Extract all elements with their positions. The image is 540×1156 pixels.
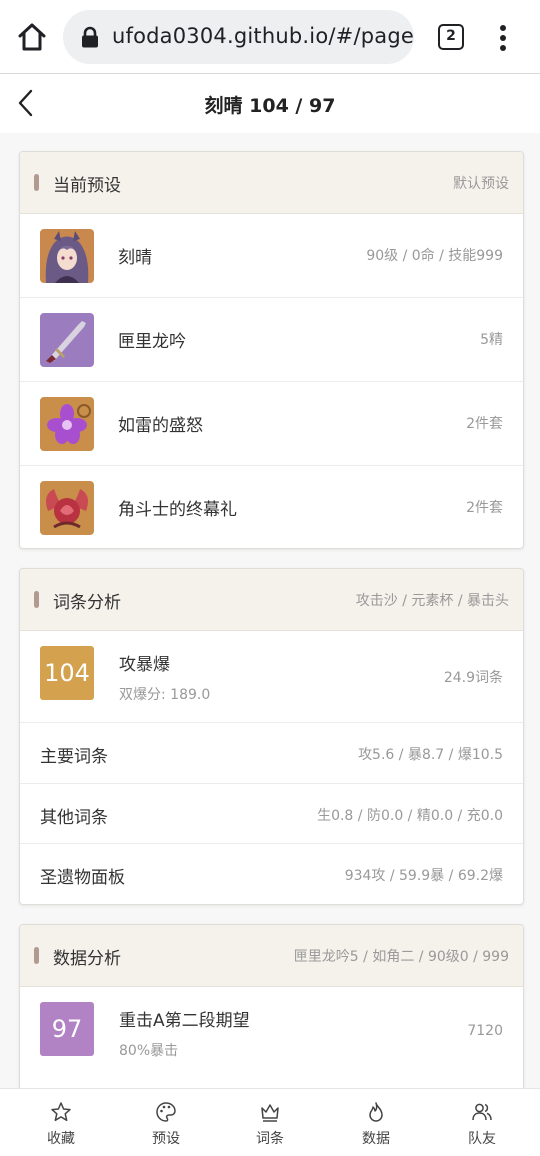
artifact-panel-row[interactable]: 圣遗物面板 934攻 / 59.9暴 / 69.2爆 bbox=[20, 844, 523, 904]
list-item-weapon[interactable]: 匣里龙吟 5精 bbox=[20, 298, 523, 382]
scroll-content[interactable]: 当前预设 默认预设 刻晴 90级 / 0命 / 技能999 匣里龙吟 5精 如雷… bbox=[0, 133, 540, 1088]
tab-data[interactable]: 数据 bbox=[322, 1089, 430, 1156]
url-text: ufoda0304.github.io/#/pages bbox=[112, 24, 414, 48]
preset-name[interactable]: 默认预设 bbox=[453, 173, 509, 193]
score-badge: 97 bbox=[40, 1002, 94, 1056]
flower-icon bbox=[40, 397, 94, 451]
tab-label: 词条 bbox=[256, 1131, 284, 1147]
score-badge: 104 bbox=[40, 646, 94, 700]
tab-label: 预设 bbox=[152, 1131, 180, 1147]
address-bar[interactable]: ufoda0304.github.io/#/pages bbox=[63, 10, 414, 64]
tab-presets[interactable]: 预设 bbox=[112, 1089, 220, 1156]
tab-favorites[interactable]: 收藏 bbox=[7, 1089, 115, 1156]
row-label: 其他词条 bbox=[40, 808, 108, 828]
item-name: 如雷的盛怒 bbox=[118, 416, 203, 436]
tab-label: 队友 bbox=[468, 1131, 496, 1147]
flame-icon bbox=[369, 1102, 383, 1122]
page-title: 刻晴 104 / 97 bbox=[204, 95, 336, 117]
card-subtitle[interactable]: 攻击沙 / 元素杯 / 暴击头 bbox=[356, 590, 509, 610]
lock-icon bbox=[82, 26, 98, 48]
accent-bar bbox=[34, 591, 39, 608]
row-value: 生0.8 / 防0.0 / 精0.0 / 充0.0 bbox=[317, 808, 503, 824]
tab-label: 收藏 bbox=[47, 1131, 75, 1147]
row-value: 934攻 / 59.9暴 / 69.2爆 bbox=[344, 868, 503, 884]
item-value: 2件套 bbox=[466, 500, 503, 516]
score-title: 重击A第二段期望 bbox=[119, 1011, 250, 1031]
card-header: 数据分析 匣里龙吟5 / 如角二 / 90级0 / 999 bbox=[20, 925, 523, 987]
tab-label: 数据 bbox=[362, 1131, 390, 1147]
main-substats-row[interactable]: 主要词条 攻5.6 / 暴8.7 / 爆10.5 bbox=[20, 723, 523, 784]
score-subtitle: 双爆分: 189.0 bbox=[119, 687, 211, 703]
tab-substats[interactable]: 词条 bbox=[216, 1089, 324, 1156]
item-name: 刻晴 bbox=[118, 248, 152, 268]
palette-icon bbox=[156, 1102, 176, 1122]
card-header: 当前预设 默认预设 bbox=[20, 152, 523, 214]
preset-card: 当前预设 默认预设 刻晴 90级 / 0命 / 技能999 匣里龙吟 5精 如雷… bbox=[19, 151, 524, 549]
card-title: 当前预设 bbox=[53, 176, 121, 196]
score-title: 攻暴爆 bbox=[119, 655, 170, 675]
score-value: 7120 bbox=[467, 1023, 503, 1039]
list-item-artifact-1[interactable]: 如雷的盛怒 2件套 bbox=[20, 382, 523, 466]
item-value: 2件套 bbox=[466, 416, 503, 432]
item-name: 匣里龙吟 bbox=[118, 332, 186, 352]
score-subtitle: 80%暴击 bbox=[119, 1043, 179, 1059]
card-title: 数据分析 bbox=[53, 949, 121, 969]
list-item-artifact-2[interactable]: 角斗士的终幕礼 2件套 bbox=[20, 466, 523, 548]
row-label: 圣遗物面板 bbox=[40, 868, 125, 888]
card-title: 词条分析 bbox=[53, 593, 121, 613]
rose-icon bbox=[40, 481, 94, 535]
more-menu-icon[interactable] bbox=[490, 23, 516, 53]
substat-card: 词条分析 攻击沙 / 元素杯 / 暴击头 104 攻暴爆 双爆分: 189.0 … bbox=[19, 568, 524, 905]
item-name: 角斗士的终幕礼 bbox=[118, 500, 237, 520]
card-subtitle[interactable]: 匣里龙吟5 / 如角二 / 90级0 / 999 bbox=[294, 946, 509, 966]
row-value: 攻5.6 / 暴8.7 / 爆10.5 bbox=[358, 747, 503, 763]
card-header: 词条分析 攻击沙 / 元素杯 / 暴击头 bbox=[20, 569, 523, 631]
star-icon bbox=[51, 1102, 71, 1122]
score-row[interactable]: 104 攻暴爆 双爆分: 189.0 24.9词条 bbox=[20, 631, 523, 723]
accent-bar bbox=[34, 174, 39, 191]
item-value: 5精 bbox=[480, 332, 503, 348]
keqing-portrait-icon bbox=[40, 229, 94, 283]
other-substats-row[interactable]: 其他词条 生0.8 / 防0.0 / 精0.0 / 充0.0 bbox=[20, 784, 523, 844]
tab-switcher-button[interactable]: 2 bbox=[438, 24, 464, 50]
sword-icon bbox=[40, 313, 94, 367]
home-icon[interactable] bbox=[14, 19, 50, 55]
item-value: 90级 / 0命 / 技能999 bbox=[366, 248, 503, 264]
list-item-character[interactable]: 刻晴 90级 / 0命 / 技能999 bbox=[20, 214, 523, 298]
page-header: 刻晴 104 / 97 bbox=[0, 75, 540, 133]
accent-bar bbox=[34, 947, 39, 964]
users-icon bbox=[472, 1103, 492, 1121]
row-label: 主要词条 bbox=[40, 747, 108, 767]
bottom-tab-bar: 收藏 预设 词条 数据 队友 bbox=[0, 1088, 540, 1156]
browser-toolbar: ufoda0304.github.io/#/pages 2 bbox=[0, 0, 540, 74]
crown-icon bbox=[261, 1104, 279, 1122]
damage-card: 数据分析 匣里龙吟5 / 如角二 / 90级0 / 999 97 重击A第二段期… bbox=[19, 924, 524, 1088]
tab-teammates[interactable]: 队友 bbox=[428, 1089, 536, 1156]
damage-row[interactable]: 97 重击A第二段期望 80%暴击 7120 bbox=[20, 987, 523, 1079]
score-value: 24.9词条 bbox=[443, 670, 503, 686]
